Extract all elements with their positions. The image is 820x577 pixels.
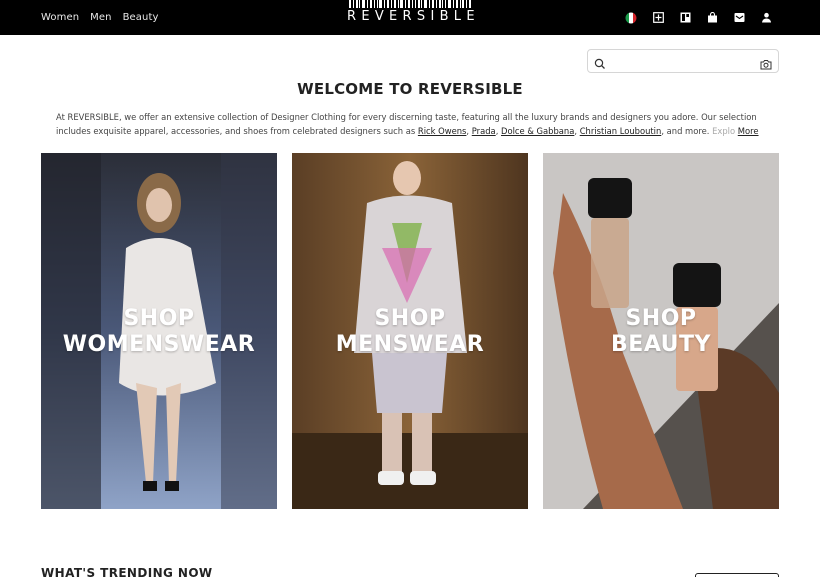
- italy-flag-icon[interactable]: [624, 11, 638, 25]
- gift-icon[interactable]: [651, 11, 665, 25]
- search-box: [587, 49, 779, 73]
- more-link[interactable]: More: [738, 126, 759, 136]
- logo-wordmark: REVERSIBLE: [347, 9, 480, 24]
- intro-text-fade: Explo: [712, 126, 736, 136]
- tile-label-line2: MENSWEAR: [335, 332, 485, 357]
- tile-label-line2: WOMENSWEAR: [62, 332, 256, 357]
- bag-icon[interactable]: [705, 11, 719, 25]
- shop-beauty-tile[interactable]: SHOP BEAUTY: [543, 153, 779, 509]
- intro-paragraph: At REVERSIBLE, we offer an extensive col…: [56, 112, 759, 136]
- view-all-button[interactable]: [695, 573, 779, 577]
- brand-link-dolce-gabbana[interactable]: Dolce & Gabbana: [501, 126, 574, 136]
- search-input[interactable]: [612, 53, 752, 69]
- account-icon[interactable]: [759, 11, 773, 25]
- nav-men[interactable]: Men: [90, 12, 111, 23]
- intro-text-after: , and more.: [661, 126, 713, 136]
- shop-womenswear-tile[interactable]: SHOP WOMENSWEAR: [41, 153, 277, 509]
- main-nav: Women Men Beauty: [41, 0, 159, 35]
- menswear-label: SHOP MENSWEAR: [292, 306, 528, 358]
- search-icon[interactable]: [594, 55, 606, 74]
- site-logo[interactable]: REVERSIBLE: [347, 0, 480, 35]
- tile-label-line1: SHOP: [123, 306, 195, 331]
- brand-link-prada[interactable]: Prada: [472, 126, 496, 136]
- top-bar: Women Men Beauty REVERSIBLE: [0, 0, 820, 35]
- beauty-label: SHOP BEAUTY: [543, 306, 779, 358]
- nav-women[interactable]: Women: [41, 12, 79, 23]
- inbox-icon[interactable]: [732, 11, 746, 25]
- shop-menswear-tile[interactable]: SHOP MENSWEAR: [292, 153, 528, 509]
- tile-label-line1: SHOP: [625, 306, 697, 331]
- brand-link-christian-louboutin[interactable]: Christian Louboutin: [580, 126, 662, 136]
- trending-heading: WHAT'S TRENDING NOW: [41, 566, 213, 577]
- nav-beauty[interactable]: Beauty: [123, 12, 159, 23]
- wishlist-icon[interactable]: [678, 11, 692, 25]
- header-icons: [624, 0, 773, 35]
- page-title: WELCOME TO REVERSIBLE: [297, 80, 523, 98]
- camera-icon[interactable]: [760, 55, 772, 74]
- brand-link-rick-owens[interactable]: Rick Owens: [418, 126, 467, 136]
- barcode-mark: [349, 0, 471, 8]
- womenswear-label: SHOP WOMENSWEAR: [41, 306, 277, 358]
- tile-label-line2: BEAUTY: [611, 332, 711, 357]
- tile-label-line1: SHOP: [374, 306, 446, 331]
